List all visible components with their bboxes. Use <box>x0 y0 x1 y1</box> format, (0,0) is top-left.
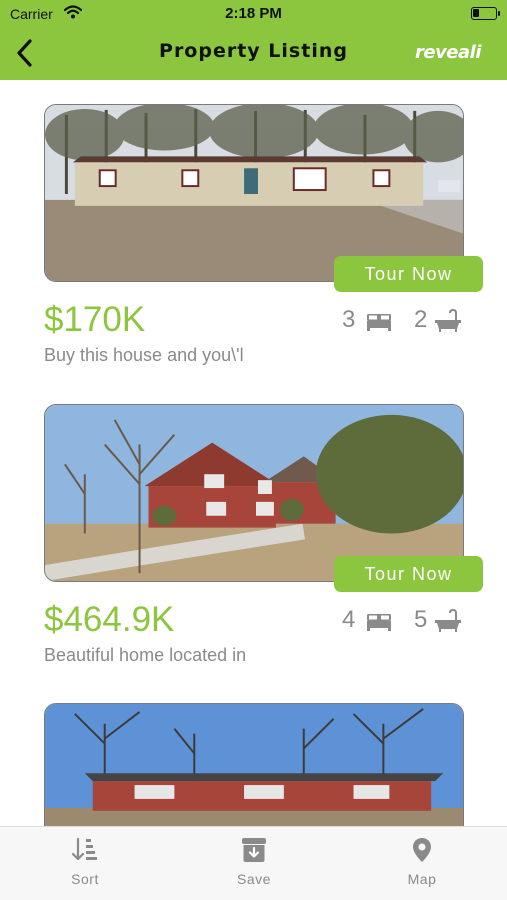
listing-specs: 4 5 <box>342 606 472 636</box>
bed-icon <box>367 314 391 331</box>
tab-save[interactable]: Save <box>214 837 294 893</box>
tour-now-button[interactable]: Tour Now <box>334 556 483 592</box>
listing-price: $464.9K <box>44 600 175 639</box>
bed-count: 3 <box>342 306 356 333</box>
tab-sort[interactable]: Sort <box>45 837 125 893</box>
brand-logo: reveali <box>414 42 482 63</box>
listing-description: Buy this house and you\'l <box>44 345 244 365</box>
app-header: Carrier 2:18 PM Property Listing reveali <box>0 0 507 80</box>
sort-icon <box>72 837 97 861</box>
bathtub-icon <box>435 609 461 632</box>
tab-label: Sort <box>71 871 99 887</box>
battery-icon <box>471 7 500 20</box>
bed-icon <box>367 614 391 631</box>
bath-count: 5 <box>414 606 428 633</box>
bath-count: 2 <box>414 306 428 333</box>
tour-now-button[interactable]: Tour Now <box>334 256 483 292</box>
status-time: 2:18 PM <box>225 5 282 22</box>
map-pin-icon <box>413 838 431 862</box>
listing-price: $170K <box>44 300 146 339</box>
listing-description: Beautiful home located in <box>44 645 247 665</box>
bathtub-icon <box>435 309 461 332</box>
bottom-tab-bar: Sort Save Map <box>0 826 507 900</box>
nav-bar: Property Listing reveali <box>0 28 507 78</box>
status-bar: Carrier 2:18 PM <box>0 0 507 28</box>
tab-label: Map <box>407 871 437 887</box>
tab-label: Save <box>237 871 271 887</box>
listing-specs: 3 2 <box>342 306 472 336</box>
property-photo[interactable] <box>44 703 464 826</box>
listing-card[interactable]: Tour Now $464.9K 4 5 Beautiful home loca… <box>0 404 507 674</box>
bed-count: 4 <box>342 606 356 633</box>
tab-map[interactable]: Map <box>382 837 462 893</box>
save-icon <box>242 838 266 862</box>
listing-card[interactable] <box>0 703 507 826</box>
listing-card[interactable]: Tour Now $170K 3 2 Buy this house and yo… <box>0 104 507 374</box>
